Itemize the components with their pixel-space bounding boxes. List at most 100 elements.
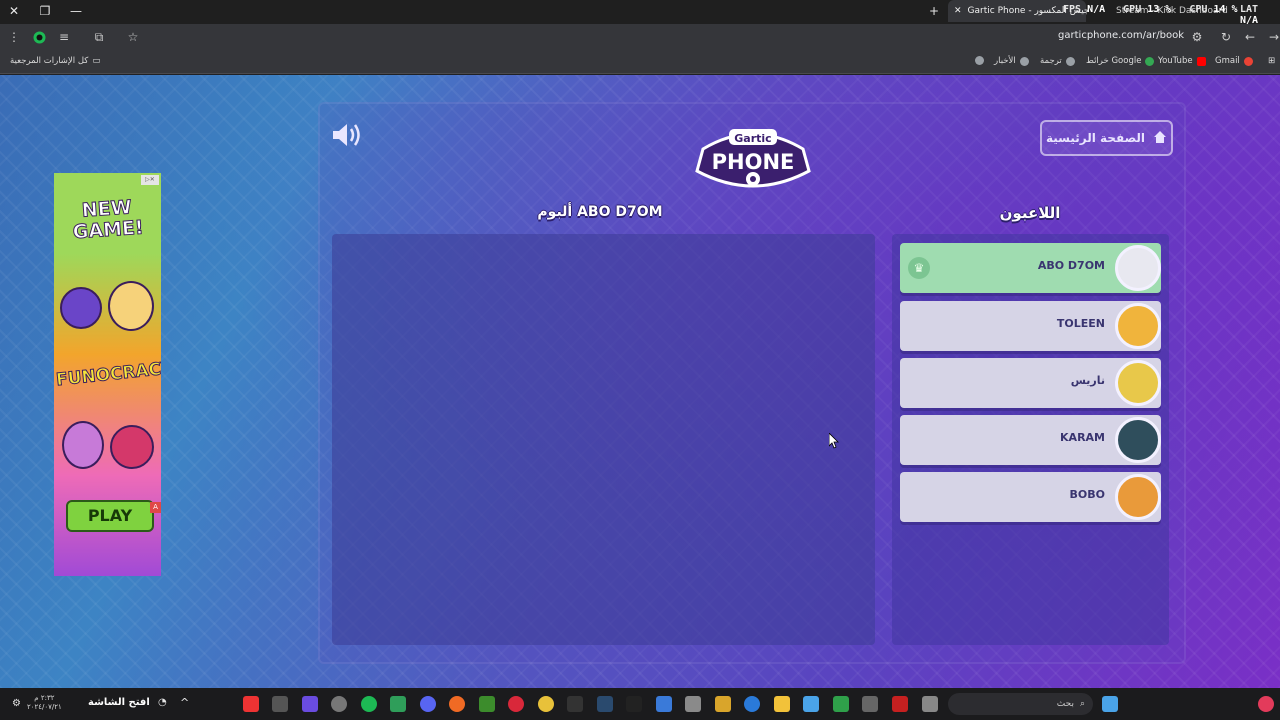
mouse-cursor-icon xyxy=(829,433,839,449)
lat-stat: LAT N/A xyxy=(1240,4,1259,26)
xbox-icon[interactable] xyxy=(833,696,849,712)
bookmark-maps[interactable]: خرائط Google xyxy=(1086,56,1155,66)
bookmark-label: Gmail xyxy=(1215,56,1240,66)
player-avatar-icon xyxy=(1115,303,1161,349)
taskbar-search[interactable]: بحث ⌕ xyxy=(948,693,1093,715)
bookmark-label: الأخبار xyxy=(994,56,1016,66)
customize-icon[interactable]: ≡ xyxy=(55,28,73,46)
minimize-window-icon[interactable]: — xyxy=(66,2,86,20)
spotify-icon[interactable] xyxy=(361,696,377,712)
player-row[interactable]: KARAM xyxy=(900,415,1161,465)
bookmark-star-icon[interactable]: ☆ xyxy=(124,28,142,46)
player-name: BOBO xyxy=(1069,488,1105,501)
gartic-phone-page: ▷✕ NEW GAME! FUNOCRACY PLAY A Gartic PHO… xyxy=(0,75,1280,688)
gmail-icon xyxy=(1243,56,1253,66)
maps-icon xyxy=(1145,56,1155,66)
app-icon[interactable] xyxy=(567,696,583,712)
minecraft-icon[interactable] xyxy=(479,696,495,712)
bookmark-gmail[interactable]: Gmail xyxy=(1215,56,1253,66)
browser-tab-bar: ✕ ❐ — + ✕ Gartic Phone - جيش المكسور Str… xyxy=(0,0,1280,26)
gartic-phone-logo: Gartic PHONE xyxy=(695,129,811,188)
ad-brand: FUNOCRACY xyxy=(55,358,161,391)
player-name: KARAM xyxy=(1060,431,1105,444)
app-icon[interactable] xyxy=(1258,696,1274,712)
start-text[interactable]: افتح الشاشة xyxy=(88,697,150,708)
restore-window-icon[interactable]: ❐ xyxy=(35,2,55,20)
bookmark-translate[interactable]: ترجمة xyxy=(1040,56,1075,66)
album-display-area xyxy=(332,234,875,645)
monster-avatar-icon xyxy=(1115,417,1161,463)
epic-games-icon[interactable] xyxy=(626,696,642,712)
app-icon[interactable] xyxy=(656,696,672,712)
extensions-puzzle-icon[interactable]: ⧉ xyxy=(90,28,108,46)
sound-icon[interactable] xyxy=(330,121,364,149)
app-icon[interactable] xyxy=(331,696,347,712)
youtube-app-icon[interactable] xyxy=(243,696,259,712)
app-icon[interactable] xyxy=(390,696,406,712)
bookmark-youtube[interactable]: YouTube xyxy=(1158,56,1206,66)
bookmark-label: خرائط Google xyxy=(1086,56,1142,66)
forward-icon[interactable]: → xyxy=(1265,28,1280,46)
character-face-icon xyxy=(108,281,154,331)
cpu-stat: CPU 14 % xyxy=(1189,4,1238,15)
all-bookmarks-button[interactable]: كل الإشارات المرجعية ▭ xyxy=(10,56,100,66)
search-placeholder: بحث xyxy=(1056,699,1074,709)
app-icon[interactable] xyxy=(715,696,731,712)
windows-start-icon[interactable] xyxy=(1102,696,1118,712)
camera-app-icon[interactable] xyxy=(272,696,288,712)
app-icon[interactable] xyxy=(302,696,318,712)
gpu-stat: GPU 13 % xyxy=(1123,4,1172,15)
url-field[interactable]: garticphone.com/ar/book xyxy=(1058,30,1184,41)
apps-grid-icon[interactable]: ⊞ xyxy=(1268,56,1275,66)
folder-icon: ▭ xyxy=(92,56,101,66)
windows-taskbar: ⚙ ٢:٣٢ م ٢٠٢٤/٠٧/٢١ افتح الشاشة ◔ ^ بحث … xyxy=(0,688,1280,720)
app-icon[interactable] xyxy=(922,696,938,712)
app-icon[interactable] xyxy=(803,696,819,712)
chrome-icon[interactable] xyxy=(538,696,554,712)
site-settings-icon[interactable]: ⚙ xyxy=(1188,28,1206,46)
edge-icon[interactable] xyxy=(744,696,760,712)
player-row[interactable]: ناريس xyxy=(900,358,1161,408)
notification-icon[interactable]: ⚙ xyxy=(12,698,21,709)
new-tab-icon[interactable]: + xyxy=(924,2,944,20)
ad-headline: NEW GAME! xyxy=(72,196,145,244)
ad-info-badge[interactable]: ▷✕ xyxy=(141,175,159,185)
bookmark-news[interactable]: الأخبار xyxy=(994,56,1029,66)
speaker-icon[interactable]: ◔ xyxy=(158,697,167,708)
bookmarks-bar: كل الإشارات المرجعية ▭ Gmail YouTube خرا… xyxy=(0,50,1280,74)
close-tab-icon[interactable]: ✕ xyxy=(954,6,962,16)
advertisement[interactable]: ▷✕ NEW GAME! FUNOCRACY PLAY xyxy=(54,173,161,576)
player-row[interactable]: TOLEEN xyxy=(900,301,1161,351)
close-window-icon[interactable]: ✕ xyxy=(4,2,24,20)
crown-icon: ♛ xyxy=(908,257,930,279)
app-icon[interactable] xyxy=(449,696,465,712)
bookmark-label: YouTube xyxy=(1158,56,1193,66)
angry-character-icon xyxy=(110,425,154,469)
app-icon[interactable] xyxy=(685,696,701,712)
performance-overlay: FPS N/A GPU 13 % CPU 14 % xyxy=(1063,4,1238,15)
chevron-up-icon[interactable]: ^ xyxy=(180,696,189,709)
extension-icon[interactable] xyxy=(30,28,48,46)
youtube-icon xyxy=(1196,56,1206,66)
globe-icon[interactable] xyxy=(975,56,984,65)
player-row[interactable]: BOBO xyxy=(900,472,1161,522)
adchoices-icon[interactable]: A xyxy=(150,502,161,513)
all-bookmarks-label: كل الإشارات المرجعية xyxy=(10,56,89,66)
player-row[interactable]: ♛ ABO D7OM xyxy=(900,243,1161,293)
app-icon[interactable] xyxy=(862,696,878,712)
home-button[interactable]: الصفحة الرئيسية xyxy=(1040,120,1173,156)
ad-play-button[interactable]: PLAY xyxy=(66,500,154,532)
app-icon[interactable] xyxy=(508,696,524,712)
file-explorer-icon[interactable] xyxy=(774,696,790,712)
app-icon[interactable] xyxy=(892,696,908,712)
taskbar-clock[interactable]: ٢:٣٢ م ٢٠٢٤/٠٧/٢١ xyxy=(27,694,62,712)
players-title: اللاعبون xyxy=(999,204,1061,222)
bookmark-label: ترجمة xyxy=(1040,56,1062,66)
steam-icon[interactable] xyxy=(597,696,613,712)
reload-icon[interactable]: ↻ xyxy=(1217,28,1235,46)
menu-dots-icon[interactable]: ⋮ xyxy=(5,28,23,46)
svg-text:PHONE: PHONE xyxy=(712,150,795,174)
search-icon: ⌕ xyxy=(1079,699,1085,709)
discord-icon[interactable] xyxy=(420,696,436,712)
back-icon[interactable]: ← xyxy=(1241,28,1259,46)
